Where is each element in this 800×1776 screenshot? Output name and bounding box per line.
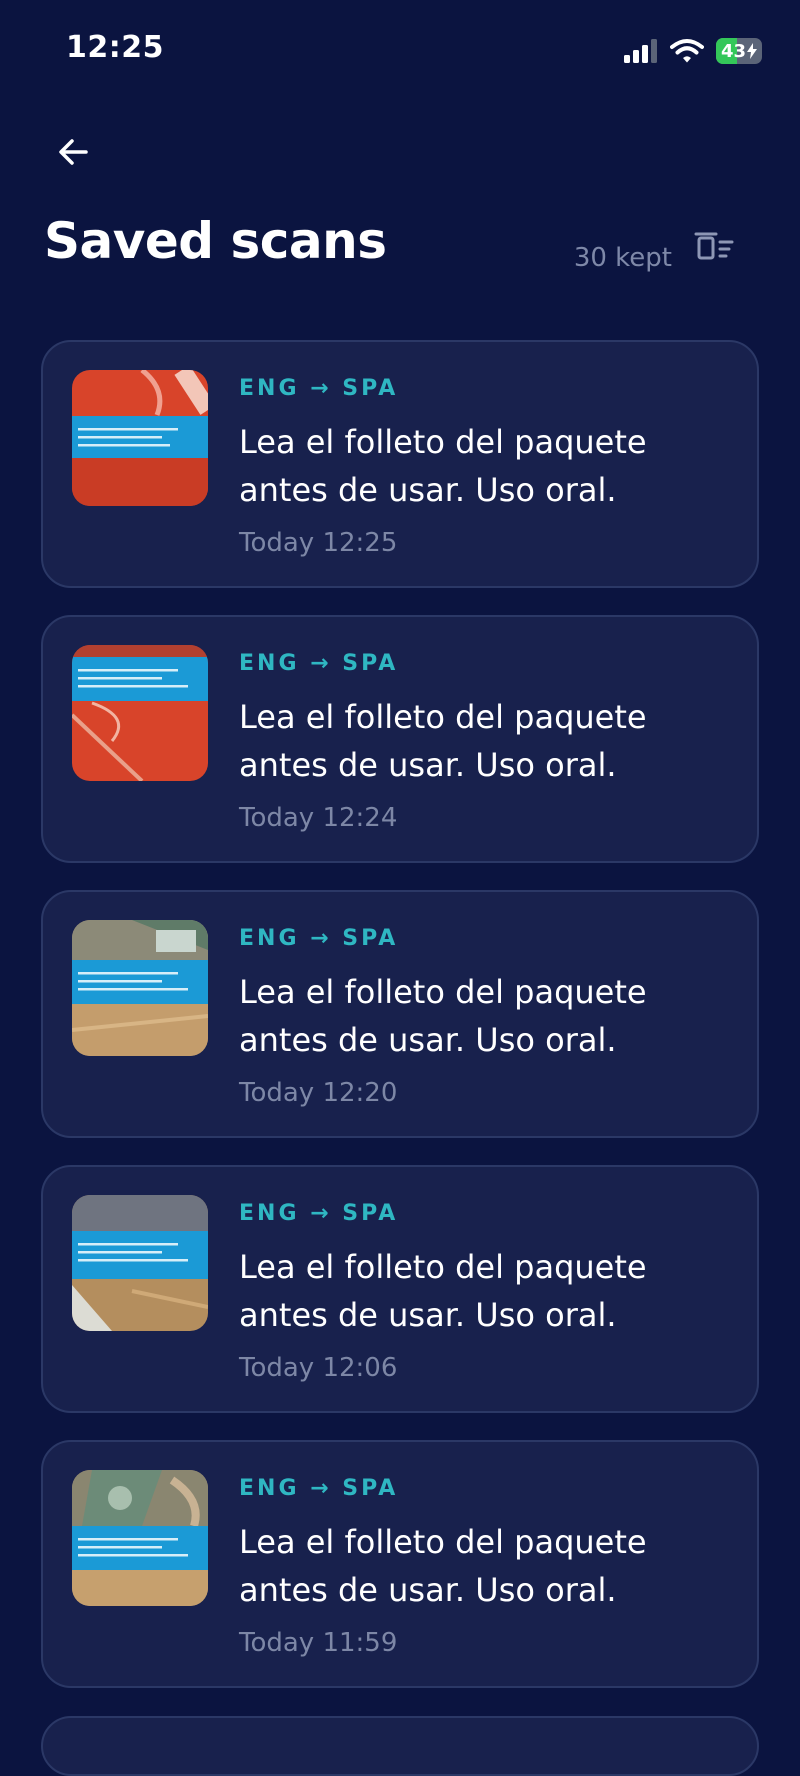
- scan-language-pair: ENG → SPA: [239, 1201, 399, 1226]
- back-button[interactable]: [52, 130, 96, 174]
- battery-level-text: 43: [720, 40, 747, 62]
- scan-card[interactable]: ENG → SPA Lea el folleto del paquete ant…: [41, 615, 759, 863]
- scan-card-partial[interactable]: [41, 1716, 759, 1776]
- cellular-signal-icon: [624, 39, 657, 63]
- scan-language-pair: ENG → SPA: [239, 926, 399, 951]
- scan-card[interactable]: ENG → SPA Lea el folleto del paquete ant…: [41, 340, 759, 588]
- scan-card[interactable]: ENG → SPA Lea el folleto del paquete ant…: [41, 1440, 759, 1688]
- saved-scans-list: ENG → SPA Lea el folleto del paquete ant…: [41, 340, 759, 1715]
- scan-language-pair: ENG → SPA: [239, 376, 399, 401]
- wifi-icon: [670, 39, 704, 63]
- scan-thumbnail: [72, 1470, 208, 1606]
- scan-translation-text: Lea el folleto del paquete antes de usar…: [239, 423, 647, 509]
- page-title: Saved scans: [44, 212, 387, 270]
- scan-thumbnail: [72, 370, 208, 506]
- arrow-left-icon: [59, 139, 88, 165]
- charging-bolt-icon: [747, 43, 758, 59]
- kept-count: 30 kept: [573, 243, 672, 273]
- battery-indicator: 43: [716, 38, 762, 64]
- status-time: 12:25: [66, 30, 164, 65]
- scan-thumbnail: [72, 920, 208, 1056]
- scan-card[interactable]: ENG → SPA Lea el folleto del paquete ant…: [41, 1165, 759, 1413]
- scan-timestamp: Today 12:06: [239, 1353, 398, 1383]
- status-icons: 43: [624, 38, 762, 64]
- scan-timestamp: Today 11:59: [239, 1628, 398, 1658]
- scan-translation-text: Lea el folleto del paquete antes de usar…: [239, 1248, 647, 1334]
- clear-all-button[interactable]: [692, 226, 736, 270]
- status-bar: 12:25 43: [0, 0, 800, 100]
- scan-card[interactable]: ENG → SPA Lea el folleto del paquete ant…: [41, 890, 759, 1138]
- scan-language-pair: ENG → SPA: [239, 1476, 399, 1501]
- scan-timestamp: Today 12:24: [239, 803, 398, 833]
- scan-timestamp: Today 12:25: [239, 528, 398, 558]
- scan-timestamp: Today 12:20: [239, 1078, 398, 1108]
- clear-all-icon: [694, 232, 734, 260]
- scan-thumbnail: [72, 645, 208, 781]
- scan-translation-text: Lea el folleto del paquete antes de usar…: [239, 1523, 647, 1609]
- scan-translation-text: Lea el folleto del paquete antes de usar…: [239, 973, 647, 1059]
- scan-thumbnail: [72, 1195, 208, 1331]
- scan-language-pair: ENG → SPA: [239, 651, 399, 676]
- scan-translation-text: Lea el folleto del paquete antes de usar…: [239, 698, 647, 784]
